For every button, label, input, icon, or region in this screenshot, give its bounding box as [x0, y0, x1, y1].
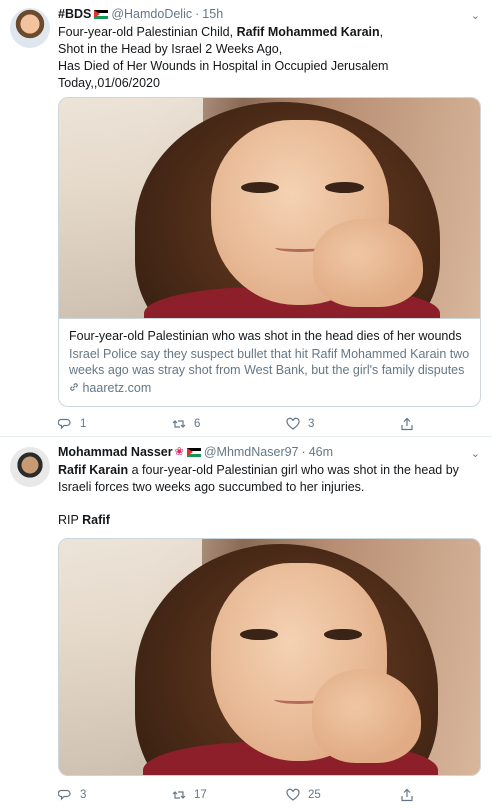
tweet-actions: 1 6 3 — [58, 415, 478, 433]
tweet[interactable]: #BDS @HamdoDelic · 15h ⌄ Four-year-old P… — [0, 0, 492, 437]
retweet-icon — [172, 420, 186, 428]
tweet-text-part: a four-year-old Palestinian girl who was… — [128, 463, 459, 477]
retweet-icon — [172, 791, 186, 799]
avatar[interactable] — [10, 8, 50, 48]
card-description: Israel Police say they suspect bullet th… — [69, 347, 470, 377]
card-image — [59, 98, 480, 318]
chevron-down-icon[interactable]: ⌄ — [471, 446, 480, 462]
display-name[interactable]: #BDS — [58, 6, 91, 22]
tweet-text: Four-year-old Palestinian Child, Rafif M… — [58, 24, 480, 92]
timestamp[interactable]: 46m — [309, 444, 333, 460]
tweet-text-part: , — [379, 25, 384, 39]
tweet-body: #BDS @HamdoDelic · 15h ⌄ Four-year-old P… — [58, 6, 480, 92]
like-button[interactable]: 25 — [286, 786, 400, 804]
tweet-text-part: RIP — [58, 513, 83, 527]
reply-icon — [58, 418, 71, 430]
tweet-text-rip: RIP Rafif — [58, 512, 480, 529]
retweet-button[interactable]: 17 — [172, 786, 286, 804]
separator-dot: · — [195, 7, 200, 21]
share-button[interactable] — [400, 786, 440, 804]
tweet-photo[interactable] — [58, 538, 481, 776]
retweet-count: 17 — [194, 789, 207, 801]
chevron-down-icon[interactable]: ⌄ — [471, 8, 480, 24]
mentioned-name: Rafif Mohammed Karain — [236, 25, 380, 39]
palestine-flag-icon — [186, 447, 201, 457]
mentioned-name: Rafif Karain — [58, 463, 129, 477]
retweet-button[interactable]: 6 — [172, 415, 286, 433]
share-button[interactable] — [400, 415, 440, 433]
palestine-flag-icon — [94, 9, 109, 19]
card-domain-text: haaretz.com — [82, 381, 152, 395]
share-icon — [401, 417, 413, 431]
tweet-text-part: Four-year-old Palestinian Child, — [58, 25, 237, 39]
tweet-header: #BDS @HamdoDelic · 15h ⌄ — [58, 6, 480, 22]
rose-icon: ❀ — [174, 446, 184, 458]
share-icon — [401, 788, 413, 802]
tweet-text-line: Has Died of Her Wounds in Hospital in Oc… — [58, 59, 389, 73]
tweet-text-line: Israeli forces two weeks ago succumbed t… — [58, 480, 365, 494]
user-handle[interactable]: @MhmdNaser97 — [204, 444, 299, 460]
tweet-actions: 3 17 25 — [58, 786, 478, 804]
reply-count: 1 — [80, 418, 87, 430]
avatar[interactable] — [10, 447, 50, 487]
like-count: 25 — [308, 789, 321, 801]
tweet-text-line: Shot in the Head by Israel 2 Weeks Ago, — [58, 42, 283, 56]
retweet-count: 6 — [194, 418, 201, 430]
mentioned-name: Rafif — [82, 513, 110, 527]
separator-dot: · — [301, 445, 306, 459]
reply-button[interactable]: 3 — [58, 786, 172, 804]
timestamp[interactable]: 15h — [202, 6, 223, 22]
link-card[interactable]: Four-year-old Palestinian who was shot i… — [58, 97, 481, 407]
user-handle[interactable]: @HamdoDelic — [111, 6, 192, 22]
tweet-header: Mohammad Nasser ❀ @MhmdNaser97 · 46m ⌄ — [58, 444, 480, 460]
heart-icon — [286, 417, 300, 430]
tweet[interactable]: Mohammad Nasser ❀ @MhmdNaser97 · 46m ⌄ R… — [0, 438, 492, 808]
tweet-text-line: Today,,01/06/2020 — [58, 76, 160, 90]
link-icon — [69, 380, 79, 396]
like-count: 3 — [308, 418, 315, 430]
like-button[interactable]: 3 — [286, 415, 400, 433]
card-domain: haaretz.com — [69, 380, 472, 396]
tweet-text: Rafif Karain a four-year-old Palestinian… — [58, 462, 480, 496]
reply-count: 3 — [80, 789, 87, 801]
reply-icon — [58, 789, 71, 801]
card-title: Four-year-old Palestinian who was shot i… — [69, 329, 462, 343]
display-name[interactable]: Mohammad Nasser — [58, 444, 173, 460]
reply-button[interactable]: 1 — [58, 415, 172, 433]
heart-icon — [286, 788, 300, 801]
card-meta: Four-year-old Palestinian who was shot i… — [59, 318, 480, 406]
timeline: #BDS @HamdoDelic · 15h ⌄ Four-year-old P… — [0, 0, 492, 808]
tweet-body: Mohammad Nasser ❀ @MhmdNaser97 · 46m ⌄ R… — [58, 444, 480, 529]
